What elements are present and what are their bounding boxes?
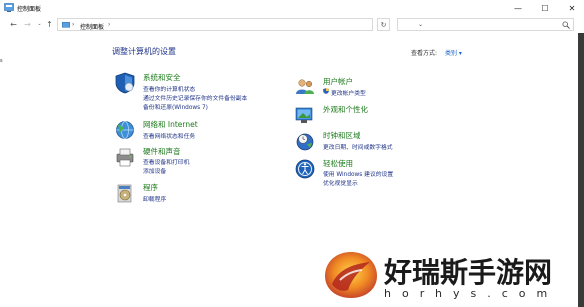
programs-disc-icon[interactable]	[114, 182, 136, 204]
category-title-ease[interactable]: 轻松使用	[323, 158, 353, 169]
link-add-device[interactable]: 添加设备	[143, 166, 166, 175]
link-date-time-format[interactable]: 更改日期、时间或数字格式	[323, 142, 393, 151]
address-bar[interactable]: › 控制面板 › ⌄	[57, 18, 423, 31]
category-programs: 程序 卸载程序	[114, 182, 274, 206]
link-uninstall-program[interactable]: 卸载程序	[143, 194, 166, 203]
personalization-icon[interactable]	[294, 104, 316, 126]
shield-icon[interactable]	[114, 72, 136, 94]
left-edge-text: s	[0, 58, 3, 64]
category-title-programs[interactable]: 程序	[143, 182, 158, 193]
printer-icon[interactable]	[114, 146, 136, 168]
category-user-accounts: 用户帐户 更改帐户类型	[294, 76, 454, 98]
network-globe-icon[interactable]	[114, 119, 136, 141]
category-title-system[interactable]: 系统和安全	[143, 72, 181, 83]
search-input[interactable]	[397, 18, 574, 31]
search-icon[interactable]	[562, 21, 570, 29]
watermark-text: 好瑞斯手游网	[384, 256, 553, 289]
breadcrumb-chevron[interactable]: ›	[108, 21, 110, 28]
close-button[interactable]: ✕	[560, 0, 584, 16]
refresh-button[interactable]: ↻	[377, 18, 390, 31]
category-title-hardware[interactable]: 硬件和声音	[143, 146, 181, 157]
up-button[interactable]: ↑	[44, 19, 55, 30]
breadcrumb-separator: ›	[72, 21, 75, 28]
view-by-dropdown[interactable]: 类别 ▾	[445, 48, 462, 57]
navigation-bar: ← → ⌄ ↑ › 控制面板 › ⌄ ↻	[0, 16, 584, 33]
link-file-history-backup[interactable]: 通过文件历史记录保存你的文件备份副本	[143, 93, 247, 102]
maximize-button[interactable]: ☐	[533, 0, 557, 16]
right-edge-strip	[578, 33, 584, 307]
page-title: 调整计算机的设置	[112, 47, 176, 56]
category-title-accounts[interactable]: 用户帐户	[323, 76, 353, 87]
title-bar: 控制面板 — ☐ ✕	[0, 0, 584, 16]
link-view-computer-status[interactable]: 查看你的计算机状态	[143, 84, 195, 93]
ease-of-access-icon[interactable]	[294, 158, 316, 180]
users-icon[interactable]	[294, 76, 316, 98]
category-clock-region: 时钟和区域 更改日期、时间或数字格式	[294, 130, 454, 154]
category-network-internet: 网络和 Internet 查看网络状态和任务	[114, 119, 274, 143]
minimize-button[interactable]: —	[506, 0, 530, 16]
link-optimize-display[interactable]: 优化视觉显示	[323, 178, 358, 187]
link-recommended-settings[interactable]: 使用 Windows 建议的设置	[323, 169, 393, 178]
category-title-network[interactable]: 网络和 Internet	[143, 119, 198, 130]
clock-globe-icon[interactable]	[294, 130, 316, 152]
breadcrumb-control-panel[interactable]: 控制面板	[80, 22, 104, 31]
view-by-label: 查看方式:	[411, 50, 438, 57]
category-appearance: 外观和个性化	[294, 104, 454, 126]
category-ease-of-access: 轻松使用 使用 Windows 建议的设置 优化视觉显示	[294, 158, 464, 188]
category-title-appearance[interactable]: 外观和个性化	[323, 104, 368, 115]
category-title-clock[interactable]: 时钟和区域	[323, 130, 361, 141]
link-backup-restore[interactable]: 备份和还原(Windows 7)	[143, 102, 208, 111]
uac-shield-icon	[323, 88, 329, 94]
control-panel-small-icon	[62, 22, 70, 28]
control-panel-icon	[4, 3, 14, 12]
link-devices-printers[interactable]: 查看设备和打印机	[143, 157, 189, 166]
category-hardware-sound: 硬件和声音 查看设备和打印机 添加设备	[114, 146, 274, 175]
window-title: 控制面板	[17, 6, 42, 13]
forward-button[interactable]: →	[22, 19, 33, 30]
back-button[interactable]: ←	[8, 19, 19, 30]
link-change-account-type[interactable]: 更改帐户类型	[331, 88, 366, 97]
watermark-logo	[325, 252, 377, 298]
link-network-status[interactable]: 查看网络状态和任务	[143, 131, 195, 140]
category-system-security: 系统和安全 查看你的计算机状态 通过文件历史记录保存你的文件备份副本 备份和还原…	[114, 72, 304, 112]
watermark-domain: horhys.com	[384, 287, 559, 300]
